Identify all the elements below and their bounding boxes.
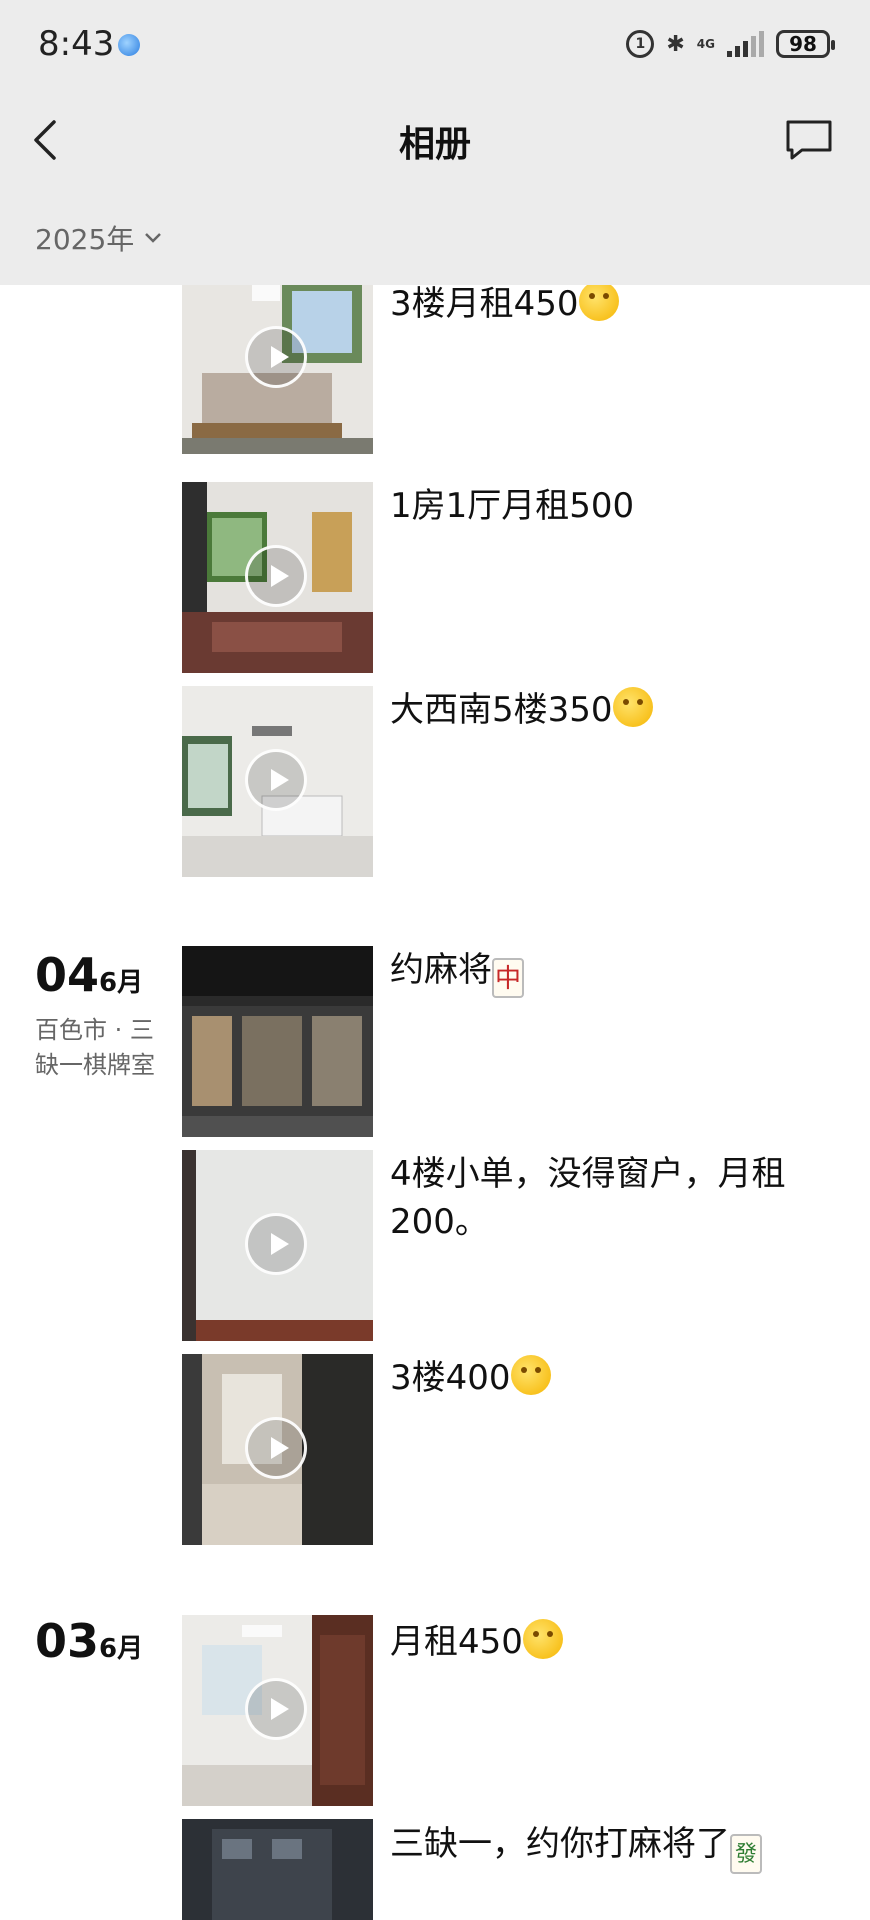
page-title: 相册 bbox=[398, 124, 471, 165]
post-caption: 大西南5楼350 bbox=[390, 686, 840, 734]
post-thumbnail[interactable] bbox=[182, 1150, 373, 1341]
post-thumbnail[interactable] bbox=[182, 686, 373, 877]
message-icon[interactable] bbox=[784, 118, 834, 162]
year-filter[interactable]: 2025年 bbox=[35, 218, 162, 258]
date-month: 6月 bbox=[99, 968, 144, 998]
mahjong-red-dragon-icon: 中 bbox=[492, 958, 524, 998]
year-filter-label: 2025年 bbox=[35, 223, 135, 256]
smirk-emoji-icon bbox=[578, 281, 619, 321]
bluetooth-icon: ✱ bbox=[666, 31, 685, 57]
post-caption: 3楼400 bbox=[390, 1354, 840, 1402]
signal-strength-icon bbox=[727, 31, 764, 57]
date-day: 046月 bbox=[35, 948, 144, 1002]
storefront-photo bbox=[182, 946, 373, 1137]
post-thumbnail[interactable] bbox=[182, 1615, 373, 1806]
post-caption: 约麻将中 bbox=[390, 946, 840, 998]
date-month: 6月 bbox=[99, 1634, 144, 1664]
post-thumbnail[interactable] bbox=[182, 263, 373, 454]
hd-call-icon: 1 bbox=[626, 30, 655, 58]
post-location[interactable]: 百色市 · 三缺一棋牌室 bbox=[35, 1013, 170, 1083]
post-thumbnail[interactable] bbox=[182, 1819, 373, 1920]
play-icon bbox=[245, 545, 307, 607]
post-caption: 3楼月租450 bbox=[390, 280, 840, 328]
smirk-emoji-icon bbox=[510, 1355, 551, 1395]
play-icon bbox=[245, 1417, 307, 1479]
post-thumbnail[interactable] bbox=[182, 482, 373, 673]
smirk-emoji-icon bbox=[612, 687, 653, 727]
post-caption: 月租450 bbox=[390, 1618, 840, 1666]
network-type-icon: 4G bbox=[696, 37, 715, 51]
building-photo bbox=[182, 1819, 373, 1920]
post-thumbnail[interactable] bbox=[182, 946, 373, 1137]
post-caption: 4楼小单，没得窗户，月租200。 bbox=[390, 1154, 786, 1242]
post-caption: 1房1厅月租500 bbox=[390, 486, 635, 526]
battery-icon: 98 bbox=[776, 30, 835, 58]
post-thumbnail[interactable] bbox=[182, 1354, 373, 1545]
play-icon bbox=[245, 1678, 307, 1740]
app-notification-icon bbox=[118, 34, 140, 56]
header-bar: 8:43 1 ✱ 4G 98 相册 2025年 bbox=[0, 0, 870, 285]
post-caption: 三缺一，约你打麻将了發 bbox=[390, 1820, 840, 1874]
smirk-emoji-icon bbox=[522, 1619, 563, 1659]
status-icons: 1 ✱ 4G 98 bbox=[626, 26, 835, 62]
play-icon bbox=[245, 749, 307, 811]
play-icon bbox=[245, 326, 307, 388]
play-icon bbox=[245, 1213, 307, 1275]
date-day: 036月 bbox=[35, 1614, 144, 1668]
status-bar: 8:43 1 ✱ 4G 98 bbox=[0, 0, 870, 90]
status-time: 8:43 bbox=[38, 24, 115, 64]
mahjong-green-dragon-icon: 發 bbox=[730, 1834, 762, 1874]
chevron-down-icon bbox=[145, 233, 162, 243]
